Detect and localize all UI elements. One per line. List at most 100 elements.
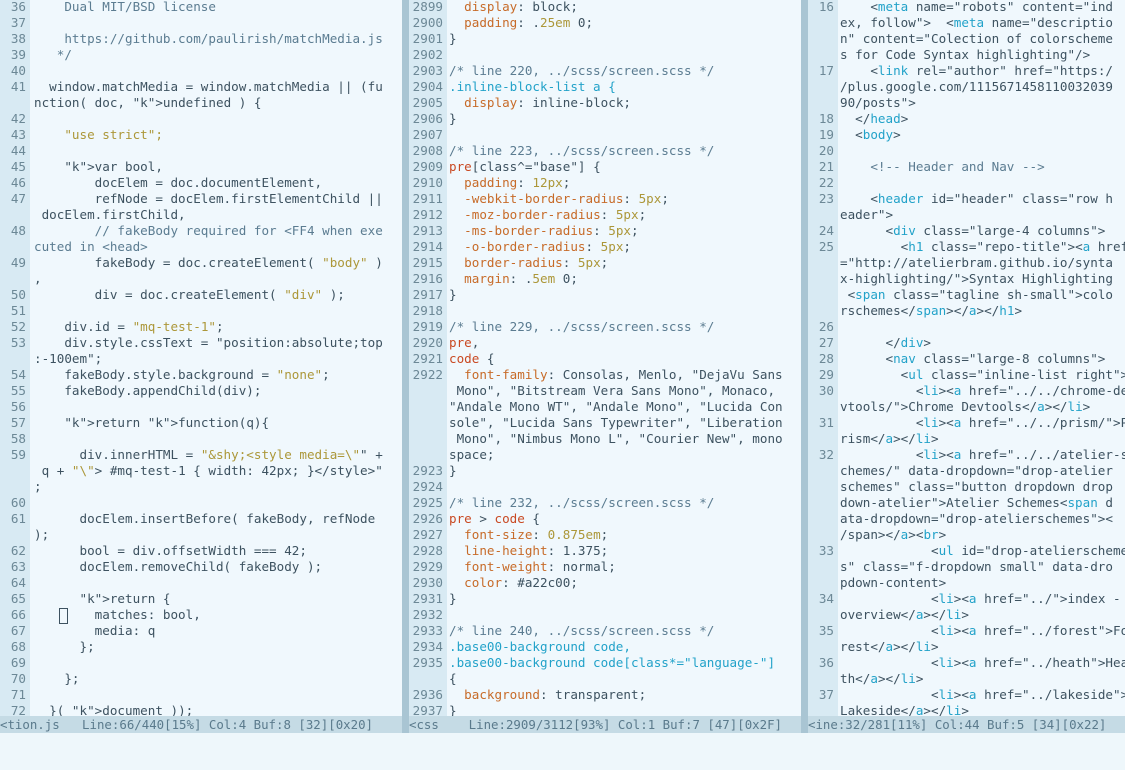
code-line[interactable]: 48 // fakeBody required for <FF4 when ex…: [0, 223, 402, 239]
code-line[interactable]: 2935 .base00-background code[class*="lang…: [409, 655, 801, 671]
pane-separator[interactable]: [801, 0, 808, 716]
code-line[interactable]: x-highlighting/">Syntax Highlighting: [808, 271, 1125, 287]
code-line[interactable]: rism</a></li>: [808, 431, 1125, 447]
code-line[interactable]: 35 <li><a href="../forest">Fo: [808, 623, 1125, 639]
code-line[interactable]: s" class="f-dropdown small" data-dro: [808, 559, 1125, 575]
code-line[interactable]: 32 <li><a href="../../atelier-s: [808, 447, 1125, 463]
code-line[interactable]: 17 <link rel="author" href="https:/: [808, 63, 1125, 79]
code-line[interactable]: /span></a><br>: [808, 527, 1125, 543]
code-line[interactable]: 61 docElem.insertBefore( fakeBody, refNo…: [0, 511, 402, 527]
code-line[interactable]: nction( doc, "k">undefined ) {: [0, 95, 402, 111]
code-line[interactable]: 59 div.innerHTML = "&shy;<style media=\"…: [0, 447, 402, 463]
code-line[interactable]: 90/posts">: [808, 95, 1125, 111]
code-line[interactable]: {: [409, 671, 801, 687]
code-line[interactable]: 51: [0, 303, 402, 319]
code-line[interactable]: space;: [409, 447, 801, 463]
code-line[interactable]: 24 <div class="large-4 columns">: [808, 223, 1125, 239]
code-line[interactable]: 2906}: [409, 111, 801, 127]
code-line[interactable]: down-atelier">Atelier Schemes<span d: [808, 495, 1125, 511]
code-line[interactable]: 29 <ul class="inline-list right">: [808, 367, 1125, 383]
code-line[interactable]: 31 <li><a href="../../prism/">P: [808, 415, 1125, 431]
code-line[interactable]: chemes/" data-dropdown="drop-atelier: [808, 463, 1125, 479]
code-line[interactable]: sole", "Lucida Sans Typewriter", "Libera…: [409, 415, 801, 431]
code-line[interactable]: ,: [0, 271, 402, 287]
code-line[interactable]: 30 <li><a href="../../chrome-de: [808, 383, 1125, 399]
code-line[interactable]: 22: [808, 175, 1125, 191]
code-line[interactable]: 26: [808, 319, 1125, 335]
code-line[interactable]: 38 https://github.com/paulirish/matchMed…: [0, 31, 402, 47]
code-line[interactable]: 36 Dual MIT/BSD license: [0, 0, 402, 15]
code-line[interactable]: 2918: [409, 303, 801, 319]
code-line[interactable]: 2916 margin: .5em 0;: [409, 271, 801, 287]
code-line[interactable]: 2928 line-height: 1.375;: [409, 543, 801, 559]
code-line[interactable]: 16 <meta name="robots" content="ind: [808, 0, 1125, 15]
code-line[interactable]: 33 <ul id="drop-atelierscheme: [808, 543, 1125, 559]
code-line[interactable]: 21 <!-- Header and Nav -->: [808, 159, 1125, 175]
code-line[interactable]: 2903 /* line 220, ../scss/screen.scss */: [409, 63, 801, 79]
code-line[interactable]: 2913 -ms-border-radius: 5px;: [409, 223, 801, 239]
code-line[interactable]: 2917}: [409, 287, 801, 303]
code-line[interactable]: 42: [0, 111, 402, 127]
code-line[interactable]: 2899 display: block;: [409, 0, 801, 15]
code-line[interactable]: 2925 /* line 232, ../scss/screen.scss */: [409, 495, 801, 511]
code-line[interactable]: 69: [0, 655, 402, 671]
code-line[interactable]: 55 fakeBody.appendChild(div);: [0, 383, 402, 399]
code-line[interactable]: 43 "use strict";: [0, 127, 402, 143]
code-line[interactable]: 60: [0, 495, 402, 511]
code-line[interactable]: 65 "k">return {: [0, 591, 402, 607]
code-line[interactable]: 68 };: [0, 639, 402, 655]
code-line[interactable]: 36 <li><a href="../heath">Hea: [808, 655, 1125, 671]
code-line[interactable]: Mono", "Nimbus Mono L", "Courier New", m…: [409, 431, 801, 447]
code-line[interactable]: 2901}: [409, 31, 801, 47]
code-line[interactable]: /plus.google.com/1115671458110032039: [808, 79, 1125, 95]
code-line[interactable]: th</a></li>: [808, 671, 1125, 687]
code-line[interactable]: 2923}: [409, 463, 801, 479]
code-line[interactable]: s for Code Syntax highlighting"/>: [808, 47, 1125, 63]
code-line[interactable]: 2919 /* line 229, ../scss/screen.scss */: [409, 319, 801, 335]
code-line[interactable]: 2930 color: #a22c00;: [409, 575, 801, 591]
editor-pane-index-html[interactable]: 16 <meta name="robots" content="ind ex, f…: [808, 0, 1125, 716]
code-line[interactable]: 2905 display: inline-block;: [409, 95, 801, 111]
code-line[interactable]: ;: [0, 479, 402, 495]
code-line[interactable]: 45 "k">var bool,: [0, 159, 402, 175]
code-line[interactable]: 27 </div>: [808, 335, 1125, 351]
code-line[interactable]: 64: [0, 575, 402, 591]
code-line[interactable]: 2907: [409, 127, 801, 143]
code-line[interactable]: 44: [0, 143, 402, 159]
code-line[interactable]: 2921 code {: [409, 351, 801, 367]
code-line[interactable]: vtools/">Chrome Devtools</a></li>: [808, 399, 1125, 415]
code-line[interactable]: 34 <li><a href="../">index -: [808, 591, 1125, 607]
code-line[interactable]: Lakeside</a></li>: [808, 703, 1125, 716]
code-line[interactable]: 62 bool = div.offsetWidth === 42;: [0, 543, 402, 559]
code-line[interactable]: 23 <header id="header" class="row h: [808, 191, 1125, 207]
code-line[interactable]: 2934 .base00-background code,: [409, 639, 801, 655]
code-line[interactable]: 2931}: [409, 591, 801, 607]
code-line[interactable]: 72 }( "k">document ));: [0, 703, 402, 716]
code-line[interactable]: 63 docElem.removeChild( fakeBody );: [0, 559, 402, 575]
code-line[interactable]: 66 matches: bool,: [0, 607, 402, 624]
code-line[interactable]: 2908 /* line 223, ../scss/screen.scss */: [409, 143, 801, 159]
code-line[interactable]: 37: [0, 15, 402, 31]
code-line[interactable]: 2910 padding: 12px;: [409, 175, 801, 191]
code-line[interactable]: 20: [808, 143, 1125, 159]
code-line[interactable]: Mono", "Bitstream Vera Sans Mono", Monac…: [409, 383, 801, 399]
code-line[interactable]: 50 div = doc.createElement( "div" );: [0, 287, 402, 303]
code-line[interactable]: 25 <h1 class="repo-title"><a href: [808, 239, 1125, 255]
code-line[interactable]: 47 refNode = docElem.firstElementChild |…: [0, 191, 402, 207]
command-line[interactable]: [0, 733, 1125, 770]
code-line[interactable]: 2914 -o-border-radius: 5px;: [409, 239, 801, 255]
code-line[interactable]: 2912 -moz-border-radius: 5px;: [409, 207, 801, 223]
code-line[interactable]: 2911 -webkit-border-radius: 5px;: [409, 191, 801, 207]
code-line[interactable]: cuted in <head>: [0, 239, 402, 255]
code-line[interactable]: 54 fakeBody.style.background = "none";: [0, 367, 402, 383]
code-line[interactable]: docElem.firstChild,: [0, 207, 402, 223]
code-line[interactable]: n" content="Colection of colorscheme: [808, 31, 1125, 47]
code-line[interactable]: pdown-content>: [808, 575, 1125, 591]
code-line[interactable]: 2904 .inline-block-list a {: [409, 79, 801, 95]
code-line[interactable]: 40: [0, 63, 402, 79]
code-line[interactable]: "Andale Mono WT", "Andale Mono", "Lucida…: [409, 399, 801, 415]
code-line[interactable]: :-100em";: [0, 351, 402, 367]
code-line[interactable]: rschemes</span></a></h1>: [808, 303, 1125, 319]
code-line[interactable]: 2902: [409, 47, 801, 63]
code-line[interactable]: ata-dropdown="drop-atelierschemes"><: [808, 511, 1125, 527]
